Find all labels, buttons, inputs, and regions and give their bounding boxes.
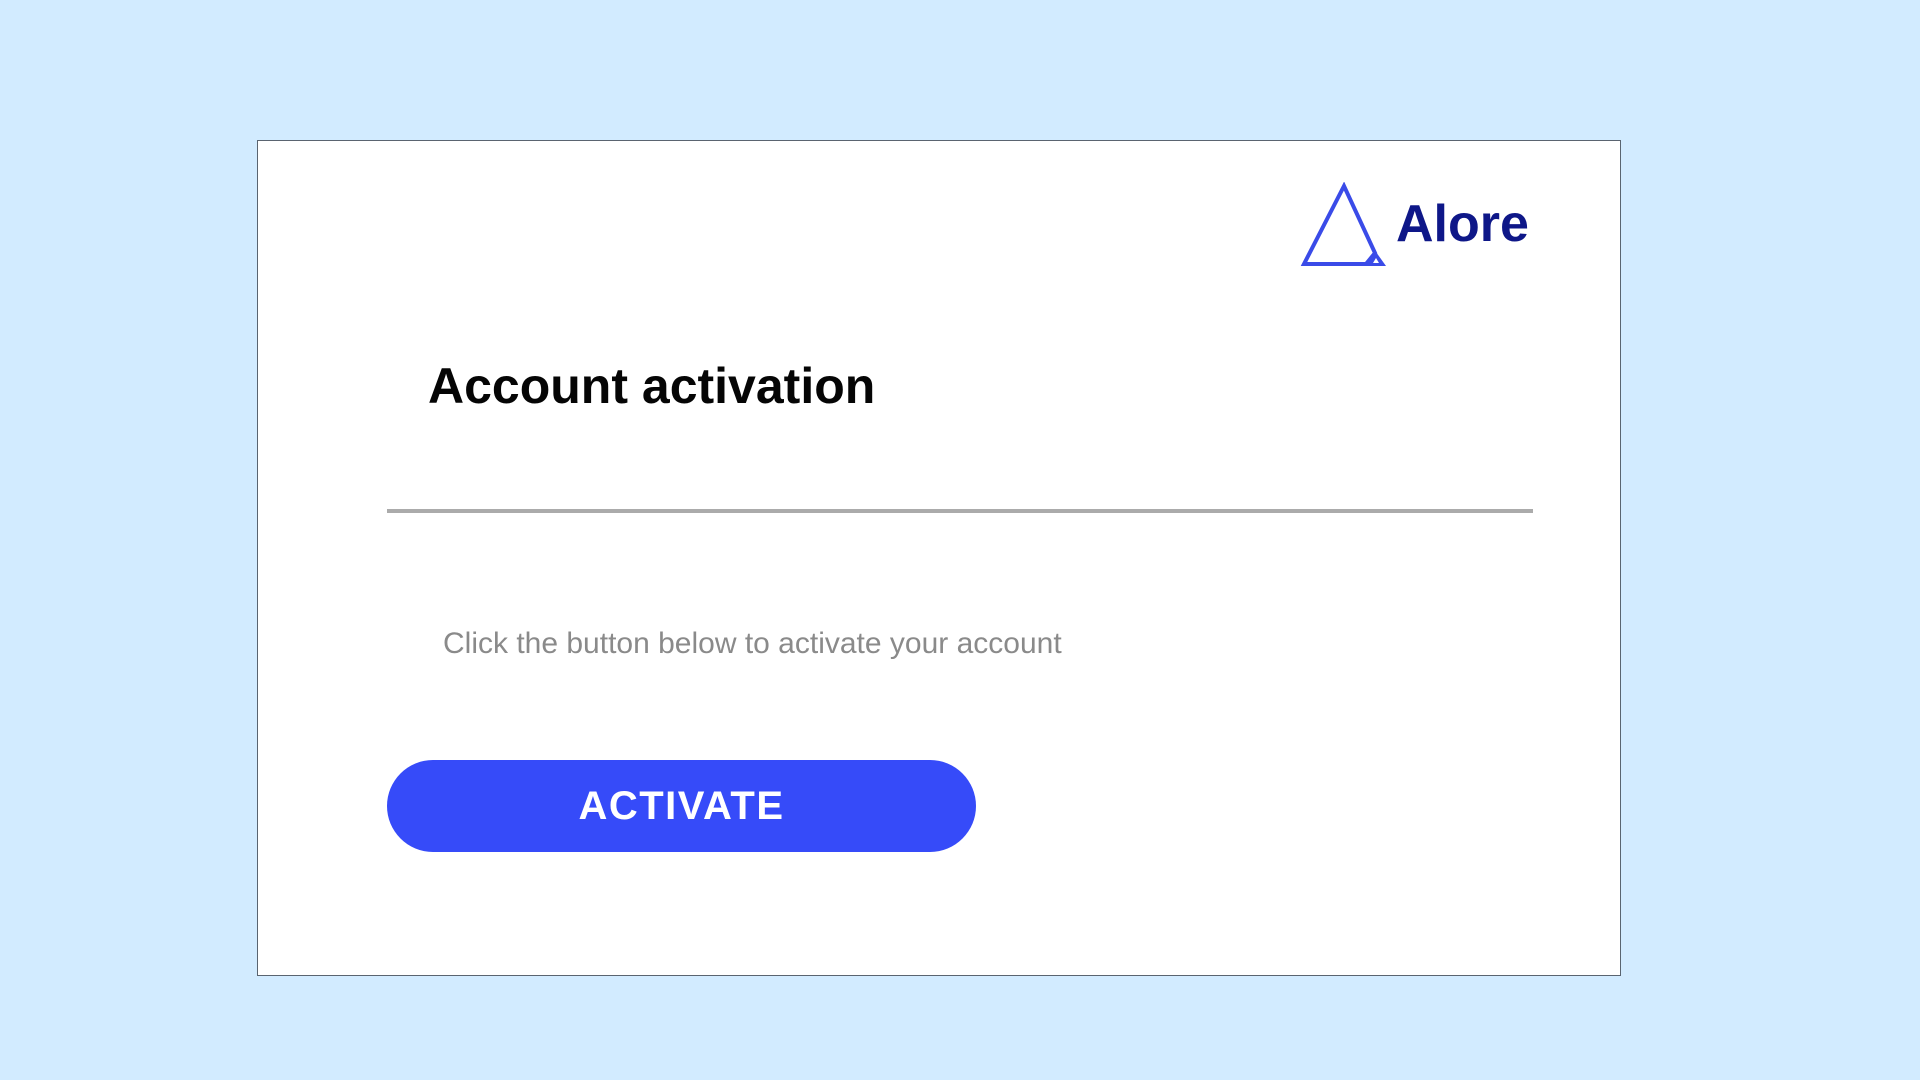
brand-name: Alore <box>1396 195 1529 253</box>
page-title: Account activation <box>428 358 876 414</box>
divider <box>387 509 1533 513</box>
brand-logo: Alore <box>1300 182 1529 270</box>
activate-button[interactable]: ACTIVATE <box>387 760 976 852</box>
triangle-logo-icon <box>1300 182 1390 270</box>
instruction-text: Click the button below to activate your … <box>443 627 1062 660</box>
activation-card: Alore Account activation Click the butto… <box>257 140 1621 976</box>
